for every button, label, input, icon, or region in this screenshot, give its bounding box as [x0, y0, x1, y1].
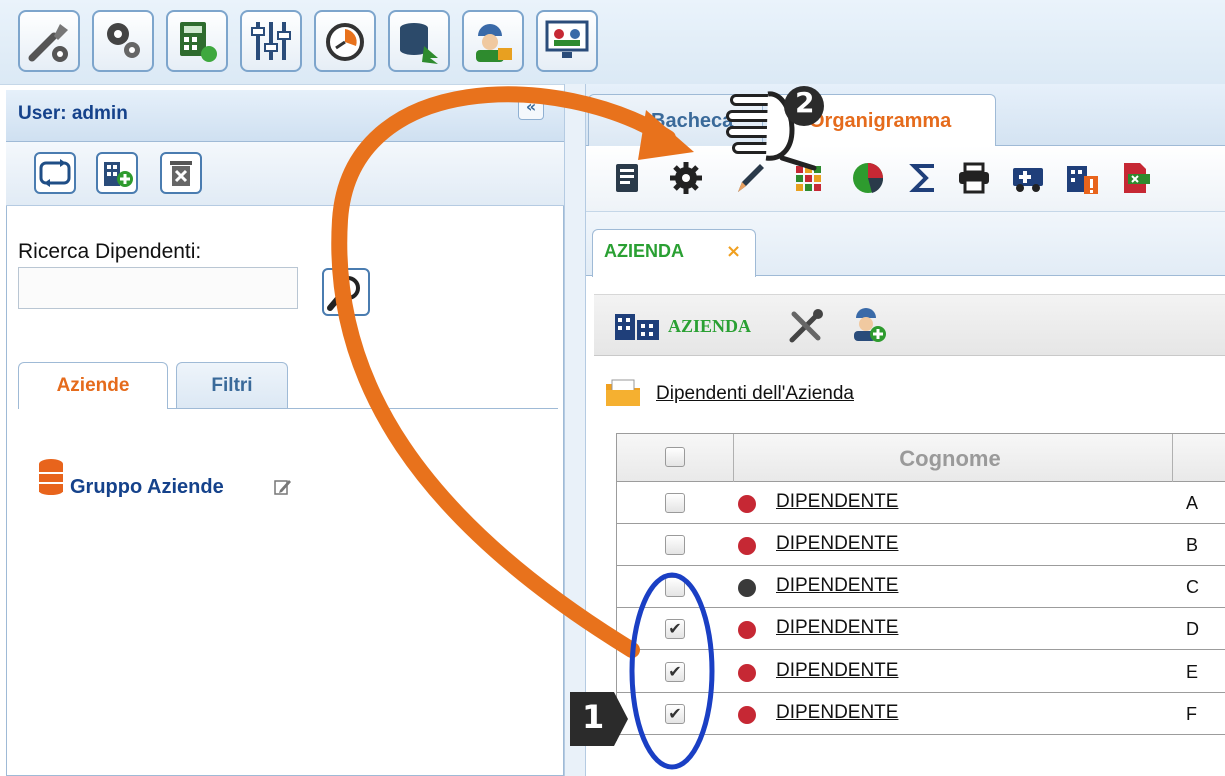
step-1-label: 1 [582, 698, 605, 736]
pointing-hand-icon [726, 86, 824, 171]
annotation-overlay [331, 86, 715, 770]
orange-curved-arrow [331, 86, 676, 658]
selection-highlight-ellipse [629, 572, 715, 770]
step-2-label: 2 [795, 86, 815, 119]
arrowhead [638, 110, 694, 160]
